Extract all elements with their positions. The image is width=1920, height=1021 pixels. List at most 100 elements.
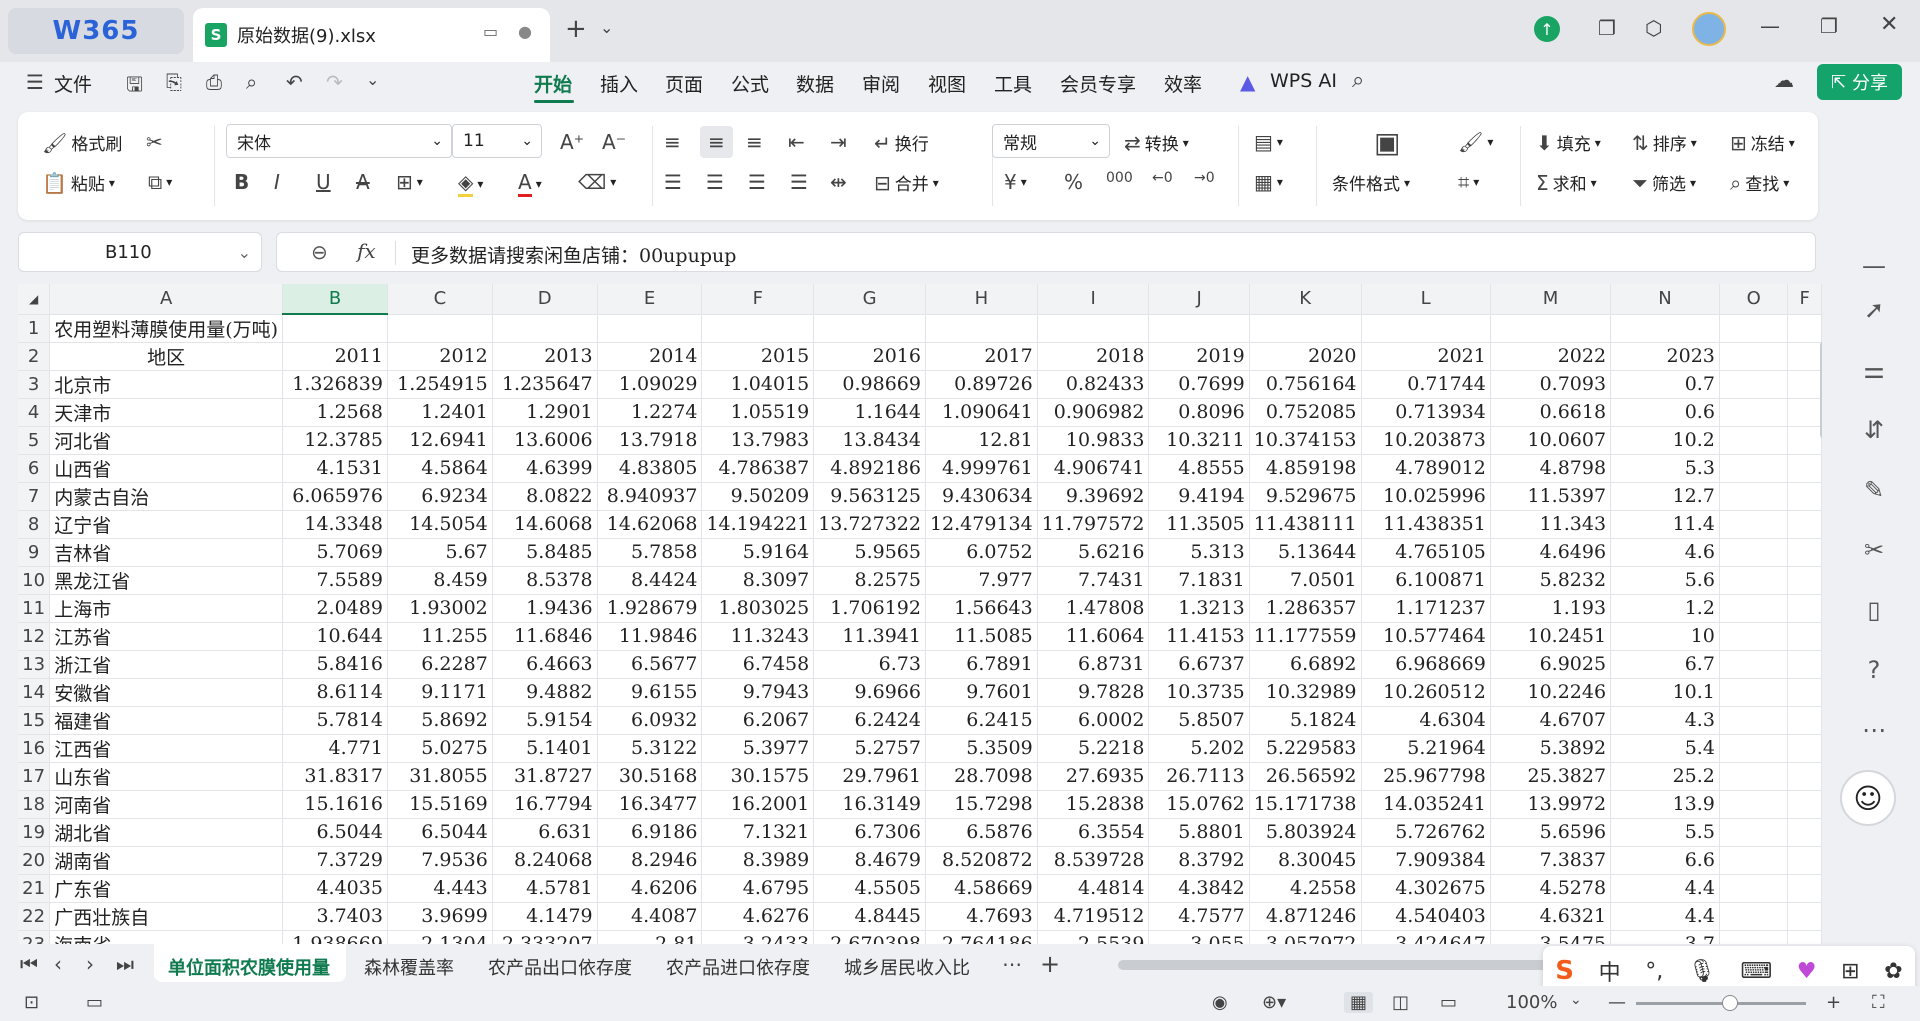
cell[interactable]: 5.9565 [813, 538, 926, 567]
cell[interactable]: 北京市 [49, 370, 284, 399]
cell[interactable] [701, 314, 815, 343]
format-painter-button[interactable]: 🖌 格式刷 [42, 130, 122, 156]
cell[interactable]: 11.5085 [925, 622, 1038, 651]
cell[interactable]: 4.302675 [1361, 874, 1491, 903]
tab-tools[interactable]: 工具 [994, 70, 1032, 97]
cell[interactable]: 15.171738 [1249, 790, 1362, 819]
cell[interactable]: 4.6206 [597, 874, 703, 903]
cell[interactable]: 2014 [597, 342, 703, 371]
cell[interactable]: 4.83805 [597, 454, 703, 483]
cell-style-icon[interactable]: ⌗ ▾ [1458, 170, 1479, 194]
paste-button[interactable]: 📋 粘贴 ▾ [42, 170, 115, 196]
cell[interactable]: 2018 [1037, 342, 1150, 371]
cell[interactable]: 黑龙江省 [49, 566, 284, 595]
cell[interactable]: 2.0489 [282, 594, 388, 623]
cell[interactable] [1719, 510, 1789, 539]
cell[interactable]: 4.8798 [1490, 454, 1612, 483]
cell[interactable]: 山西省 [49, 454, 284, 483]
cell[interactable]: 2.764186 [925, 930, 1038, 944]
cell[interactable]: 5.3892 [1490, 734, 1612, 763]
cell[interactable]: 12.3785 [282, 426, 388, 455]
cell[interactable]: 1.2 [1610, 594, 1720, 623]
cell[interactable] [1787, 650, 1822, 679]
tab-formula[interactable]: 公式 [731, 70, 769, 97]
number-format-select[interactable]: 常规 ⌄ [992, 124, 1110, 158]
cloud-upload-icon[interactable]: ☁ [1774, 68, 1794, 92]
cell[interactable]: 11.255 [387, 622, 493, 651]
cell[interactable]: 13.7918 [597, 426, 703, 455]
cell[interactable]: 12.479134 [925, 510, 1038, 539]
cell[interactable]: 5.67 [387, 538, 493, 567]
cell[interactable]: 6.5044 [282, 818, 388, 847]
cell[interactable]: 1.56643 [925, 594, 1038, 623]
cell[interactable]: 10.025996 [1361, 482, 1491, 511]
microphone-icon[interactable]: 🎙 [1688, 959, 1716, 984]
draw-icon[interactable]: ✎ [1858, 476, 1890, 508]
cell[interactable]: 5.7069 [282, 538, 388, 567]
cell[interactable]: 7.977 [925, 566, 1038, 595]
cell[interactable]: 6.0752 [925, 538, 1038, 567]
cell[interactable]: 6.7306 [813, 818, 926, 847]
column-header[interactable]: H [925, 284, 1038, 315]
cell[interactable]: 16.3149 [813, 790, 926, 819]
cell[interactable]: 4.6795 [701, 874, 815, 903]
cell[interactable] [1787, 454, 1822, 483]
cell[interactable]: 7.3729 [282, 846, 388, 875]
sheet-tab-3[interactable]: 农产品出口依存度 [488, 954, 632, 980]
export-icon[interactable]: ⎘ [166, 70, 182, 94]
normal-view-icon[interactable]: ▦ [1344, 992, 1374, 1013]
cell[interactable] [1719, 398, 1789, 427]
chevron-down-icon[interactable]: ⌄ [1570, 992, 1582, 1008]
cell[interactable]: 10.1 [1610, 678, 1720, 707]
cell[interactable]: 1.2568 [282, 398, 388, 427]
row-header[interactable]: 21 [18, 874, 51, 903]
cell[interactable]: 10.32989 [1249, 678, 1362, 707]
row-header[interactable]: 23 [18, 930, 51, 944]
cell[interactable]: 1.171237 [1361, 594, 1491, 623]
cell[interactable]: 5.8232 [1490, 566, 1612, 595]
cell[interactable]: 1.9436 [492, 594, 598, 623]
cell[interactable]: 6.6 [1610, 846, 1720, 875]
cell[interactable]: 31.8317 [282, 762, 388, 791]
cell[interactable]: 4.2558 [1249, 874, 1362, 903]
row-header[interactable]: 16 [18, 734, 51, 763]
tab-page[interactable]: 页面 [665, 70, 703, 97]
file-tab[interactable]: S 原始数据(9).xlsx ▭ ● [193, 8, 550, 62]
cell[interactable] [1037, 314, 1150, 343]
cell[interactable] [1719, 874, 1789, 903]
cell[interactable]: 广西壮族自 [49, 902, 284, 931]
table-style-icon[interactable]: 🖌 ▾ [1458, 130, 1493, 154]
font-size-select[interactable]: 11 ⌄ [452, 124, 542, 158]
cell[interactable]: 4.6496 [1490, 538, 1612, 567]
cell[interactable]: 31.8055 [387, 762, 493, 791]
filter-button[interactable]: ⏷ 筛选 ▾ [1632, 170, 1696, 196]
cell[interactable]: 27.6935 [1037, 762, 1150, 791]
cell[interactable]: 4.999761 [925, 454, 1038, 483]
cell[interactable] [1719, 706, 1789, 735]
cell[interactable]: 3.055 [1148, 930, 1250, 944]
cell[interactable]: 2016 [813, 342, 926, 371]
cell[interactable]: 0.8096 [1148, 398, 1250, 427]
cell[interactable]: 8.459 [387, 566, 493, 595]
cell[interactable] [1719, 622, 1789, 651]
cell[interactable]: 6.100871 [1361, 566, 1491, 595]
cell[interactable]: 26.7113 [1148, 762, 1250, 791]
row-header[interactable]: 17 [18, 762, 51, 791]
cell[interactable]: 9.39692 [1037, 482, 1150, 511]
strikethrough-icon[interactable]: A [356, 170, 370, 194]
transfer-icon[interactable]: ⇵ [1858, 416, 1890, 448]
cell[interactable]: 11.6064 [1037, 622, 1150, 651]
column-header[interactable]: F [1787, 284, 1822, 315]
row-header[interactable]: 19 [18, 818, 51, 847]
cell[interactable]: 地区 [49, 342, 284, 371]
freeze-button[interactable]: ⊞ 冻结 ▾ [1730, 130, 1795, 156]
fill-button[interactable]: ⬇ 填充 ▾ [1536, 130, 1601, 156]
cell[interactable]: 10 [1610, 622, 1720, 651]
cell[interactable] [1787, 734, 1822, 763]
cell[interactable]: 13.7983 [701, 426, 815, 455]
cell[interactable]: 0.89726 [925, 370, 1038, 399]
cell[interactable]: 辽宁省 [49, 510, 284, 539]
assistant-avatar[interactable]: ☺ [1840, 770, 1896, 826]
cell[interactable]: 5.8416 [282, 650, 388, 679]
cell[interactable]: 河北省 [49, 426, 284, 455]
